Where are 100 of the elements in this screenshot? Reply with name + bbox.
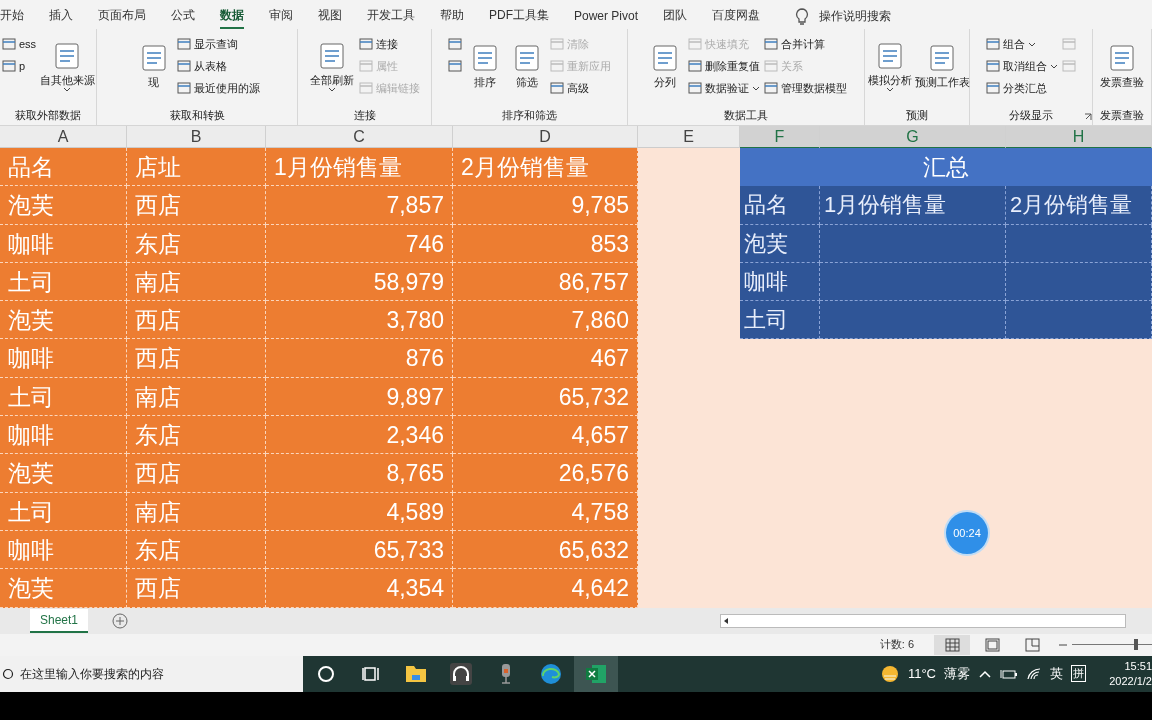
table-cell: 4,642	[453, 569, 638, 608]
ribbon-command[interactable]: 分类汇总	[986, 80, 1058, 96]
ribbon-command[interactable]: 最近使用的源	[176, 80, 260, 96]
input-language[interactable]: 英	[1050, 664, 1063, 683]
ribbon-command[interactable]: 分列	[645, 41, 684, 91]
ribbon-tab[interactable]: Power Pivot	[574, 5, 639, 28]
spreadsheet-app-icon[interactable]	[573, 655, 618, 692]
ribbon-tab[interactable]: 团队	[663, 4, 688, 29]
summary-header-cell: 1月份销售量	[820, 186, 1006, 225]
table-cell: 876	[266, 339, 453, 378]
ribbon-command[interactable]: 从表格	[176, 58, 260, 74]
table-cell: 土司	[0, 377, 127, 417]
table-cell: 东店	[127, 416, 266, 455]
ribbon-command[interactable]: 管理数据模型	[763, 80, 847, 96]
ribbon-command[interactable]: 全部刷新	[309, 38, 355, 94]
ribbon-command[interactable]: ess	[2, 37, 37, 51]
ribbon-command[interactable]: 删除重复值	[687, 58, 760, 74]
timer-badge: 00:24	[946, 512, 988, 554]
ribbon-tab[interactable]: 开发工具	[367, 4, 415, 29]
ribbon-command[interactable]	[448, 59, 462, 73]
normal-view-icon[interactable]	[934, 634, 970, 655]
battery-icon[interactable]	[1000, 667, 1018, 680]
zoom-slider[interactable]	[1133, 639, 1138, 651]
ribbon-tab[interactable]: 视图	[318, 4, 342, 29]
column-header[interactable]: F	[740, 126, 820, 149]
group-label: 连接	[353, 107, 376, 123]
document-icon	[927, 43, 957, 73]
ribbon-command[interactable]	[448, 37, 462, 51]
window-icon	[986, 37, 1000, 51]
table-cell: 65,733	[266, 530, 453, 570]
group-label: 分级显示	[1009, 107, 1053, 123]
window-icon	[763, 37, 778, 51]
table-cell: 3,780	[266, 301, 453, 340]
window-icon	[687, 59, 702, 73]
table-cell: 泡芙	[0, 569, 127, 608]
add-sheet-icon[interactable]	[112, 612, 129, 629]
ribbon-tab[interactable]: 插入	[49, 4, 73, 29]
clock-time[interactable]: 15:51	[1124, 658, 1152, 674]
taskbar-search-field[interactable]: 在这里输入你要搜索的内容	[0, 655, 303, 692]
table-cell: 东店	[127, 224, 266, 263]
window-icon	[359, 59, 373, 73]
ribbon-command[interactable]: 取消组合	[986, 58, 1058, 74]
ribbon-command[interactable]: p	[2, 59, 37, 73]
ribbon-tab[interactable]: PDF工具集	[489, 4, 549, 29]
dialog-launcher-icon[interactable]	[1084, 113, 1092, 121]
table-cell: 西店	[127, 569, 266, 608]
window-icon	[687, 81, 702, 95]
ribbon-command[interactable]: 现	[134, 41, 173, 91]
table-cell: 咖啡	[0, 224, 127, 263]
ribbon-command[interactable]: 自其他来源	[40, 38, 94, 94]
ime-indicator[interactable]: 拼	[1071, 665, 1086, 683]
table-cell: 746	[266, 224, 453, 263]
ribbon-command[interactable]: 发票查验	[1099, 41, 1145, 91]
ribbon-tab[interactable]: 开始	[0, 4, 24, 29]
ribbon-tab[interactable]: 数据	[220, 4, 244, 29]
ribbon-command[interactable]: 数据验证	[687, 80, 760, 96]
window-icon	[359, 37, 373, 51]
window-icon	[1062, 37, 1076, 51]
table-cell: 8,765	[266, 454, 453, 493]
chevron-up-icon[interactable]	[978, 668, 992, 679]
ribbon-command[interactable]: 合并计算	[763, 36, 847, 52]
wifi-icon[interactable]	[1026, 666, 1042, 681]
table-cell: 西店	[127, 186, 266, 225]
clock-date[interactable]: 2022/1/2	[1109, 673, 1152, 689]
table-cell: 65,732	[453, 377, 638, 417]
table-cell: 467	[453, 339, 638, 378]
column-header[interactable]: G	[820, 126, 1006, 149]
table-cell: 泡芙	[0, 454, 127, 493]
table-cell: 西店	[127, 339, 266, 378]
tell-me-search[interactable]: 操作说明搜索	[819, 8, 892, 25]
ribbon-tab[interactable]: 百度网盘	[712, 4, 761, 29]
ribbon-tab[interactable]: 公式	[171, 4, 195, 29]
count-status: 计数: 6	[879, 637, 914, 653]
table-cell: 土司	[0, 262, 127, 302]
ribbon-command[interactable]: 排序	[466, 41, 504, 91]
table-cell: 4,758	[453, 492, 638, 531]
ribbon-command[interactable]: 筛选	[508, 41, 546, 91]
table-cell: 9,785	[453, 186, 638, 225]
ribbon-command[interactable]: 组合	[986, 36, 1058, 52]
document-icon	[470, 43, 500, 73]
summary-header-cell: 2月份销售量	[1006, 186, 1152, 225]
document-icon	[317, 40, 347, 71]
table-header-cell: 品名	[0, 148, 127, 187]
ribbon-tab[interactable]: 帮助	[440, 4, 464, 29]
window-icon	[448, 59, 462, 73]
table-header-cell: 2月份销售量	[453, 148, 638, 187]
ribbon-command[interactable]: 连接	[359, 36, 420, 52]
ribbon-command[interactable]: 模拟分析	[867, 38, 913, 94]
horizontal-scrollbar[interactable]	[720, 613, 1126, 628]
ribbon-command[interactable]: 高级	[550, 80, 611, 96]
document-icon	[1107, 43, 1137, 73]
ribbon-tab[interactable]: 页面布局	[98, 4, 146, 29]
table-cell: 65,632	[453, 530, 638, 570]
column-header[interactable]: H	[1006, 126, 1152, 149]
ribbon-tab[interactable]: 审阅	[269, 4, 293, 29]
ribbon-command[interactable]: 显示查询	[176, 36, 260, 52]
table-cell: 26,576	[453, 454, 638, 493]
table-header-cell: 店址	[127, 148, 266, 187]
sheet-tab[interactable]: Sheet1	[30, 608, 89, 633]
table-cell: 咖啡	[0, 416, 127, 455]
